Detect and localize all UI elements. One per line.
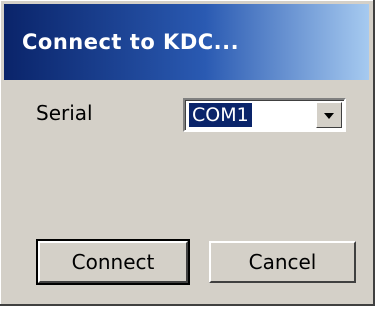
dropdown-button[interactable]: [316, 102, 342, 128]
dialog-title: Connect to KDC...: [22, 30, 240, 54]
serial-port-select[interactable]: COM1: [183, 98, 346, 132]
serial-port-selected-value[interactable]: COM1: [189, 103, 252, 127]
serial-label: Serial: [36, 101, 93, 125]
chevron-down-icon: [324, 113, 334, 119]
connect-button[interactable]: Connect: [36, 239, 190, 285]
title-bar[interactable]: Connect to KDC...: [4, 4, 369, 80]
cancel-button[interactable]: Cancel: [209, 241, 356, 283]
serial-port-select-field[interactable]: COM1: [185, 100, 344, 130]
connect-dialog: Connect to KDC... Serial COM1 Connect Ca…: [0, 0, 375, 306]
